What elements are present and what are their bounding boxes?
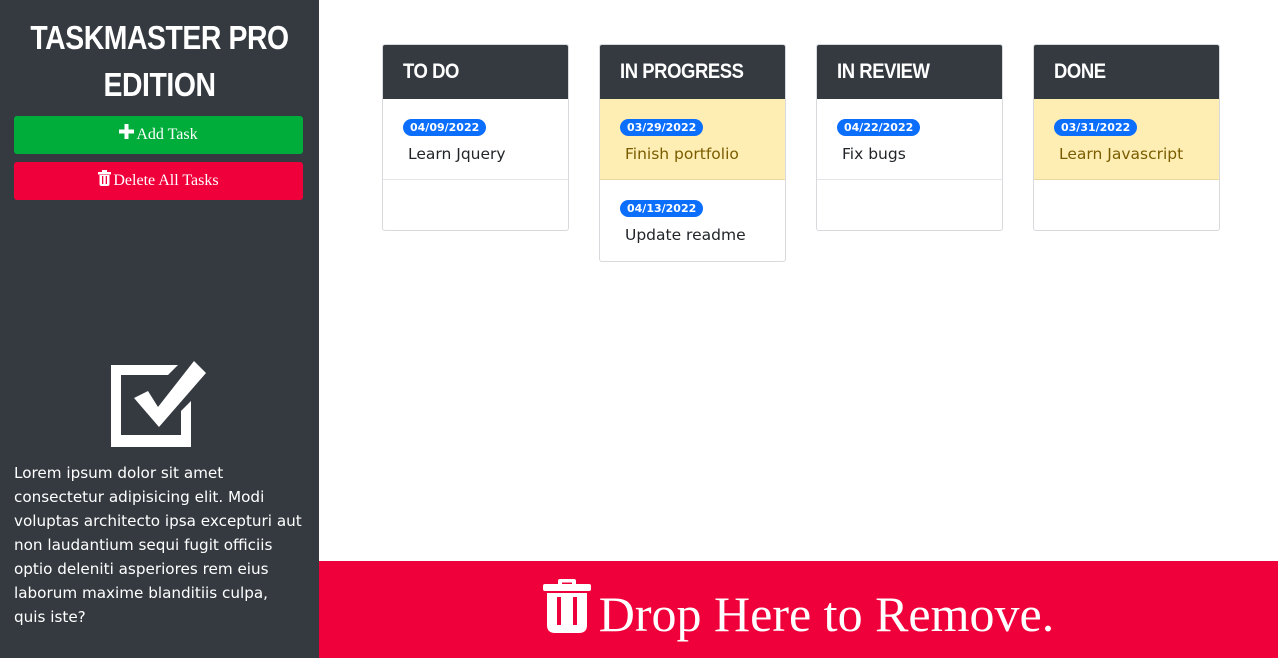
task-text: Finish portfolio bbox=[625, 145, 739, 163]
column-drop-area[interactable] bbox=[1034, 180, 1219, 230]
column-drop-area[interactable] bbox=[817, 180, 1002, 230]
column-header: TO DO bbox=[383, 45, 568, 99]
delete-all-tasks-label: Delete All Tasks bbox=[113, 172, 219, 189]
date-badge: 04/09/2022 bbox=[403, 119, 487, 136]
checkbox-icon bbox=[108, 361, 208, 449]
app-title: TASKMASTER PRO EDITION bbox=[30, 19, 289, 103]
task-card[interactable]: 04/22/2022 Fix bugs bbox=[817, 99, 1002, 180]
task-text: Update readme bbox=[625, 226, 746, 244]
column-header: IN PROGRESS bbox=[600, 45, 785, 99]
dropzone-label: Drop Here to Remove. bbox=[598, 585, 1055, 642]
task-card[interactable]: 04/09/2022 Learn Jquery bbox=[383, 99, 568, 180]
column-header: DONE bbox=[1034, 45, 1219, 99]
column-todo: TO DO 04/09/2022 Learn Jquery bbox=[382, 44, 569, 231]
date-badge: 03/31/2022 bbox=[1054, 119, 1138, 136]
add-task-button[interactable]: Add Task bbox=[14, 116, 303, 154]
remove-dropzone[interactable]: Drop Here to Remove. bbox=[319, 561, 1278, 658]
trash-icon bbox=[98, 169, 112, 191]
delete-all-tasks-button[interactable]: Delete All Tasks bbox=[14, 162, 303, 200]
task-card[interactable]: 03/29/2022 Finish portfolio bbox=[600, 99, 785, 180]
task-card[interactable]: 03/31/2022 Learn Javascript bbox=[1034, 99, 1219, 180]
task-card[interactable]: 04/13/2022 Update readme bbox=[600, 180, 785, 261]
column-done: DONE 03/31/2022 Learn Javascript bbox=[1033, 44, 1220, 231]
plus-icon bbox=[119, 124, 135, 144]
column-drop-area[interactable] bbox=[383, 180, 568, 230]
sidebar: TASKMASTER PRO EDITION Add Task Delete A… bbox=[0, 0, 319, 658]
column-header: IN REVIEW bbox=[817, 45, 1002, 99]
task-text: Learn Javascript bbox=[1059, 145, 1184, 163]
date-badge: 04/13/2022 bbox=[620, 200, 704, 217]
column-in-review: IN REVIEW 04/22/2022 Fix bugs bbox=[816, 44, 1003, 231]
task-text: Fix bugs bbox=[842, 145, 906, 163]
date-badge: 04/22/2022 bbox=[837, 119, 921, 136]
add-task-label: Add Task bbox=[136, 126, 198, 143]
column-in-progress: IN PROGRESS 03/29/2022 Finish portfolio … bbox=[599, 44, 786, 262]
trash-icon bbox=[542, 578, 591, 639]
task-text: Learn Jquery bbox=[408, 145, 506, 163]
description-text: Lorem ipsum dolor sit amet consectetur a… bbox=[14, 464, 302, 626]
date-badge: 03/29/2022 bbox=[620, 119, 704, 136]
